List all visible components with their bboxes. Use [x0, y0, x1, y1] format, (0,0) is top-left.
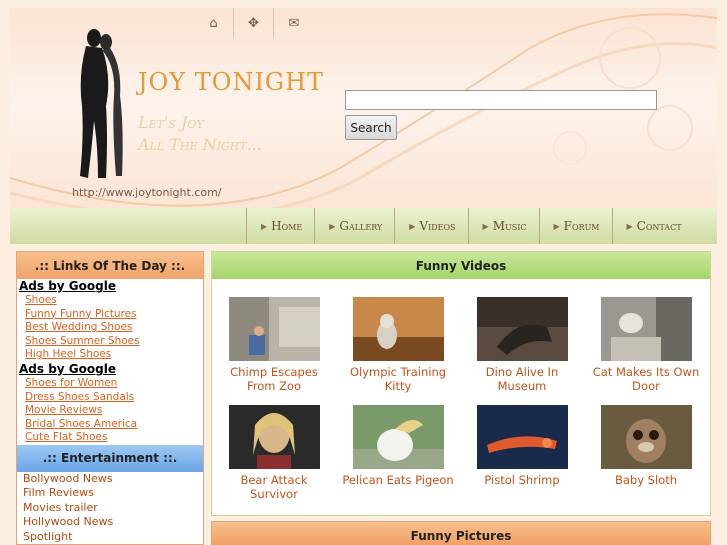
video-caption[interactable]: Dino Alive In Museum — [463, 365, 581, 395]
arrow-right-icon: ▶ — [329, 221, 336, 231]
nav-videos[interactable]: ▶ Videos — [394, 208, 467, 244]
couple-silhouette-logo — [80, 29, 123, 178]
video-thumbnail[interactable] — [352, 297, 444, 361]
ad-link[interactable]: Funny Funny Pictures — [17, 308, 203, 322]
nav-home[interactable]: ▶ Home — [246, 208, 314, 244]
video-caption[interactable]: Pelican Eats Pigeon — [339, 473, 457, 503]
home-icon[interactable]: ⌂ — [194, 8, 234, 38]
ad-link[interactable]: Bridal Shoes America — [17, 418, 203, 432]
video-thumbnail[interactable] — [228, 297, 320, 361]
ads-by-google-label[interactable]: Ads by Google — [17, 279, 203, 294]
top-icon-bar: ⌂ ✥ ✉ — [194, 8, 314, 40]
video-caption[interactable]: Pistol Shrimp — [463, 473, 581, 503]
video-caption[interactable]: Bear Attack Survivor — [215, 473, 333, 503]
video-thumbnail[interactable] — [352, 405, 444, 469]
arrow-right-icon: ▶ — [553, 221, 560, 231]
video-caption[interactable]: Baby Sloth — [587, 473, 705, 503]
entertainment-link[interactable]: Hollywood News — [17, 515, 203, 530]
ad-link[interactable]: Cute Flat Shoes — [17, 431, 203, 445]
video-thumbnail[interactable] — [600, 297, 692, 361]
search-input[interactable] — [345, 90, 657, 110]
video-thumbnail[interactable] — [476, 405, 568, 469]
ad-link[interactable]: High Heel Shoes — [17, 348, 203, 362]
video-thumbnail[interactable] — [476, 297, 568, 361]
entertainment-heading: .:: Entertainment ::. — [17, 444, 203, 472]
nav-forum[interactable]: ▶ Forum — [538, 208, 612, 244]
video-item[interactable]: Chimp Escapes From Zoo — [212, 297, 336, 395]
arrow-right-icon: ▶ — [409, 221, 416, 231]
search-button[interactable]: Search — [345, 115, 397, 140]
entertainment-link[interactable]: Film Reviews — [17, 486, 203, 501]
nav-label: Contact — [636, 219, 682, 233]
arrow-right-icon: ▶ — [261, 221, 268, 231]
ad-link[interactable]: Dress Shoes Sandals — [17, 391, 203, 405]
video-item[interactable]: Pelican Eats Pigeon — [336, 405, 460, 503]
nav-gallery[interactable]: ▶ Gallery — [314, 208, 394, 244]
main-nav: ▶ Home ▶ Gallery ▶ Videos ▶ Music ▶ Forum ▶ Co… — [10, 208, 717, 244]
nav-contact[interactable]: ▶ Contact — [611, 208, 694, 244]
funny-pictures-panel: Funny Pictures — [211, 521, 711, 545]
video-item[interactable]: Dino Alive In Museum — [460, 297, 584, 395]
ad-link[interactable]: Shoes Summer Shoes — [17, 335, 203, 349]
site-title: JOY TONIGHT — [138, 68, 325, 96]
entertainment-link[interactable]: Movies trailer — [17, 501, 203, 516]
video-item[interactable]: Cat Makes Its Own Door — [584, 297, 708, 395]
site-header: ⌂ ✥ ✉ JOY TONIGHT Let's Joy All The Nigh… — [10, 8, 717, 244]
video-thumbnail[interactable] — [228, 405, 320, 469]
nav-label: Music — [492, 219, 527, 233]
site-url[interactable]: http://www.joytonight.com/ — [72, 186, 222, 199]
video-thumbnail[interactable] — [600, 405, 692, 469]
video-caption[interactable]: Chimp Escapes From Zoo — [215, 365, 333, 395]
video-item[interactable]: Baby Sloth — [584, 405, 708, 503]
ad-link[interactable]: Shoes — [17, 294, 203, 308]
sitemap-icon[interactable]: ✥ — [234, 8, 274, 38]
funny-videos-heading: Funny Videos — [212, 252, 710, 279]
arrow-right-icon: ▶ — [626, 221, 633, 231]
tagline-line-1: Let's Joy — [138, 113, 204, 132]
funny-pictures-heading: Funny Pictures — [212, 522, 710, 545]
funny-videos-panel: Funny Videos Chimp Escapes From Zoo Olym… — [211, 251, 711, 516]
nav-label: Videos — [419, 219, 456, 233]
ad-link[interactable]: Shoes for Women — [17, 377, 203, 391]
ad-link[interactable]: Best Wedding Shoes — [17, 321, 203, 335]
nav-label: Home — [271, 219, 303, 233]
mail-icon[interactable]: ✉ — [274, 8, 314, 38]
nav-label: Forum — [563, 219, 600, 233]
entertainment-link[interactable]: Spotlight — [17, 530, 203, 544]
arrow-right-icon: ▶ — [482, 221, 489, 231]
ad-link[interactable]: Movie Reviews — [17, 404, 203, 418]
nav-label: Gallery — [339, 219, 383, 233]
site-tagline: Let's Joy All The Night... — [138, 112, 262, 156]
links-of-the-day-heading: .:: Links Of The Day ::. — [17, 252, 203, 279]
ads-by-google-label[interactable]: Ads by Google — [17, 362, 203, 377]
entertainment-link[interactable]: Bollywood News — [17, 472, 203, 487]
video-item[interactable]: Pistol Shrimp — [460, 405, 584, 503]
tagline-line-2: All The Night... — [138, 135, 262, 154]
nav-music[interactable]: ▶ Music — [467, 208, 539, 244]
sidebar: .:: Links Of The Day ::. Ads by Google S… — [16, 251, 204, 545]
video-item[interactable]: Olympic Training Kitty — [336, 297, 460, 395]
video-caption[interactable]: Olympic Training Kitty — [339, 365, 457, 395]
video-caption[interactable]: Cat Makes Its Own Door — [587, 365, 705, 395]
video-item[interactable]: Bear Attack Survivor — [212, 405, 336, 503]
video-grid: Chimp Escapes From Zoo Olympic Training … — [212, 297, 710, 503]
